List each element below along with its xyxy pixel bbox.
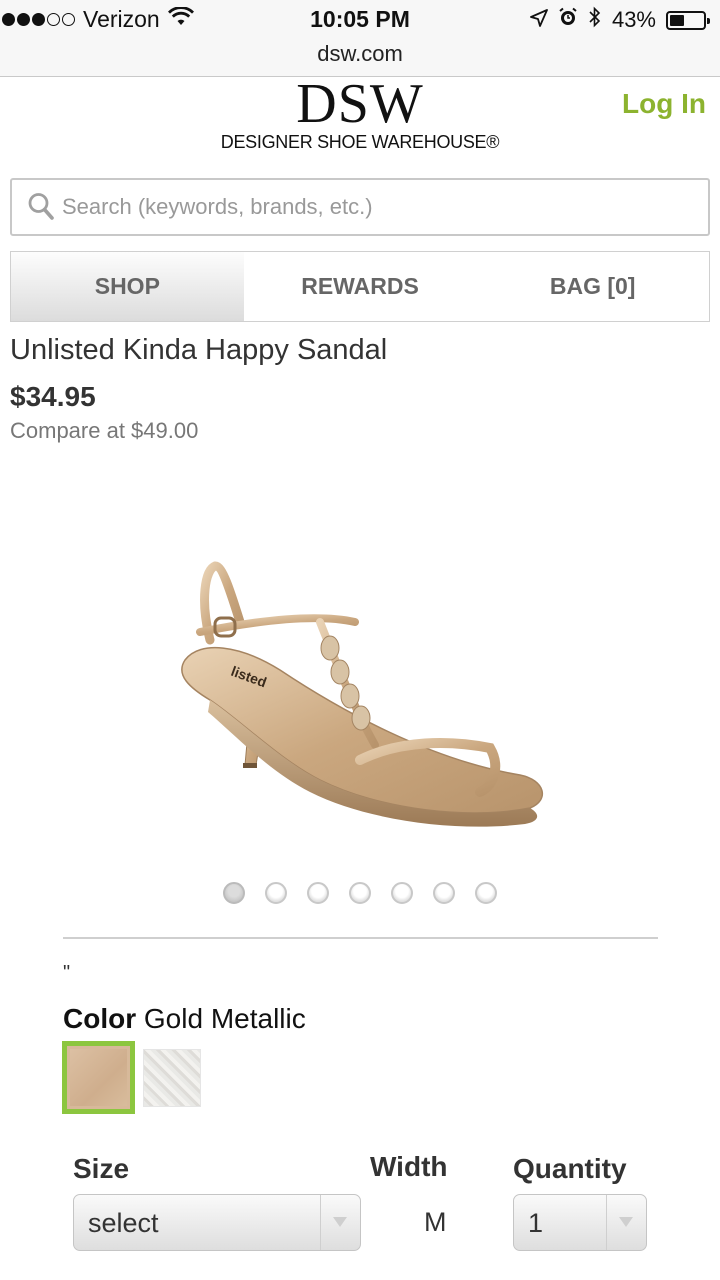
color-swatch-silver[interactable] (143, 1049, 201, 1107)
color-value: Gold Metallic (143, 1003, 306, 1034)
status-bar: Verizon 10:05 PM 43% (0, 0, 720, 40)
login-link[interactable]: Log In (622, 88, 706, 120)
carousel-dot[interactable] (265, 882, 287, 904)
search-icon (28, 192, 54, 222)
battery-icon (666, 10, 710, 30)
quantity-label: Quantity (513, 1153, 627, 1184)
dsw-logo[interactable]: DSW DESIGNER SHOE WAREHOUSE® (220, 73, 500, 153)
product-price: $34.95 (10, 381, 96, 412)
product-image[interactable]: listed (170, 560, 560, 835)
image-carousel-dots (223, 882, 497, 904)
chevron-down-icon (333, 1217, 347, 1227)
battery-percent: 43% (611, 7, 656, 32)
status-icons: 43% (530, 6, 710, 34)
tab-shop[interactable]: SHOP (11, 252, 244, 321)
location-arrow-icon (530, 7, 548, 33)
size-select-value: select (88, 1208, 159, 1238)
color-swatch-gold-metallic[interactable] (62, 1041, 135, 1114)
battery-fill (670, 14, 684, 26)
product-title: Unlisted Kinda Happy Sandal (10, 334, 388, 366)
quantity-select[interactable]: 1 (513, 1194, 647, 1251)
quantity-select-value: 1 (528, 1208, 544, 1238)
main-nav: SHOP REWARDS BAG [0] (10, 251, 710, 322)
stray-text: " (63, 962, 71, 984)
carousel-dot[interactable] (433, 882, 455, 904)
carousel-dot[interactable] (349, 882, 371, 904)
chevron-down-icon (619, 1217, 633, 1227)
search-input[interactable] (62, 194, 682, 220)
carousel-dot[interactable] (307, 882, 329, 904)
width-label: Width (370, 1151, 448, 1182)
battery-tip (707, 17, 710, 24)
logo-tagline: DESIGNER SHOE WAREHOUSE® (220, 132, 500, 152)
tab-rewards[interactable]: REWARDS (244, 252, 477, 321)
size-label: Size (73, 1153, 130, 1184)
color-label: Color (63, 1003, 137, 1034)
divider (63, 937, 658, 939)
search-bar[interactable] (10, 178, 710, 236)
swatch-fill (70, 1049, 127, 1106)
address-bar[interactable]: dsw.com (0, 40, 720, 77)
width-value: M (424, 1207, 447, 1237)
logo-mark: DSW (296, 73, 424, 135)
tab-bag[interactable]: BAG [0] (476, 252, 709, 321)
compare-price: Compare at $49.00 (10, 418, 199, 443)
size-select[interactable]: select (73, 1194, 361, 1251)
quantity-select-arrow (606, 1195, 646, 1250)
carousel-dot[interactable] (475, 882, 497, 904)
size-select-arrow (320, 1195, 360, 1250)
bluetooth-icon (588, 6, 602, 34)
color-selection: Color Gold Metallic (63, 1003, 306, 1035)
alarm-icon (558, 7, 578, 33)
carousel-dot[interactable] (391, 882, 413, 904)
sandal-illustration: listed (181, 561, 544, 827)
carousel-dot[interactable] (223, 882, 245, 904)
